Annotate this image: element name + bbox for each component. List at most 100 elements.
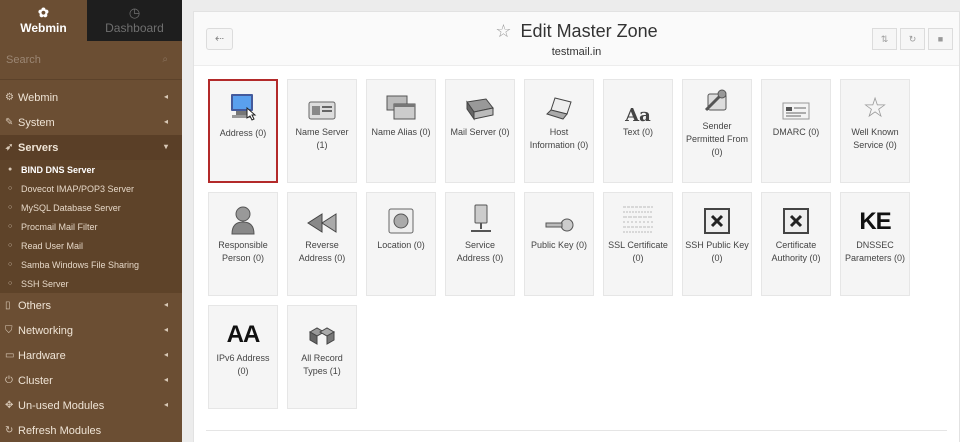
submenu-item-label: MySQL Database Server xyxy=(21,202,121,213)
record-type-responsible-person[interactable]: Responsible Person (0) xyxy=(208,192,278,296)
sidebar-item-label: Others xyxy=(18,299,52,312)
search-input[interactable] xyxy=(0,41,182,79)
sidebar-item-hardware[interactable]: ▭ Hardware ◂ xyxy=(0,343,182,368)
record-type-label: Name Alias (0) xyxy=(371,127,431,137)
record-type-location[interactable]: Location (0) xyxy=(366,192,436,296)
refresh-icon: ↻ xyxy=(5,425,14,436)
globe-icon xyxy=(367,193,435,239)
chevron-left-icon: ◂ xyxy=(163,400,168,409)
reload-button[interactable]: ↻ xyxy=(900,28,925,50)
chevron-left-icon: ◂ xyxy=(163,117,168,126)
sidebar-item-label: Hardware xyxy=(18,349,66,362)
star-icon: ☆ xyxy=(862,92,888,123)
record-type-label: Sender Permitted From (0) xyxy=(685,121,748,157)
record-type-public-key[interactable]: Public Key (0) xyxy=(524,192,594,296)
sidebar-item-label: Refresh Modules xyxy=(18,424,102,437)
submenu-item-bind-dns[interactable]: ● BIND DNS Server xyxy=(0,160,182,179)
record-type-host-information[interactable]: Host Information (0) xyxy=(524,79,594,183)
sidebar-item-unused-modules[interactable]: ✥ Un-used Modules ◂ xyxy=(0,393,182,418)
page-title-text: Edit Master Zone xyxy=(520,21,658,41)
record-type-service-address[interactable]: Service Address (0) xyxy=(445,192,515,296)
submenu-item-ssh-server[interactable]: ○ SSH Server xyxy=(0,274,182,293)
mail-server-icon xyxy=(446,80,514,126)
not-found-icon xyxy=(683,193,751,239)
record-type-certificate-authority[interactable]: Certificate Authority (0) xyxy=(761,192,831,296)
sidebar-item-cluster[interactable]: ⏻ Cluster ◂ xyxy=(0,368,182,393)
windows-icon xyxy=(367,80,435,126)
tab-webmin-label: Webmin xyxy=(20,21,67,35)
favorite-star-icon[interactable]: ☆ xyxy=(495,21,511,41)
record-type-label: DMARC (0) xyxy=(772,127,820,137)
module-config-button[interactable]: ■ xyxy=(928,28,953,50)
record-type-reverse-address[interactable]: Reverse Address (0) xyxy=(287,192,357,296)
record-type-well-known-service[interactable]: ☆ Well Known Service (0) xyxy=(840,79,910,183)
record-type-name-alias[interactable]: Name Alias (0) xyxy=(366,79,436,183)
submenu-item-read-user-mail[interactable]: ○ Read User Mail xyxy=(0,236,182,255)
sidebar-item-servers[interactable]: ➶ Servers ▾ xyxy=(0,135,182,160)
submenu-item-label: BIND DNS Server xyxy=(21,164,96,175)
submenu-item-label: Read User Mail xyxy=(21,240,84,251)
page-header: ⇠ ☆ Edit Master Zone testmail.in ⇅ ↻ ■ xyxy=(194,12,959,66)
search-button[interactable]: ⇅ xyxy=(872,28,897,50)
record-type-dmarc[interactable]: DMARC (0) xyxy=(761,79,831,183)
bullet-icon: ○ xyxy=(8,185,13,192)
dnssec-icon-text: KE xyxy=(859,208,891,235)
record-type-ipv6-address[interactable]: AA IPv6 Address (0) xyxy=(208,305,278,409)
chevron-down-icon: ▾ xyxy=(163,142,168,151)
sidebar-item-label: Cluster xyxy=(18,374,53,387)
record-type-label: SSL Certificate (0) xyxy=(608,240,668,263)
wrench-icon: ✎ xyxy=(5,117,14,128)
sidebar-item-refresh-modules[interactable]: ↻ Refresh Modules xyxy=(0,418,182,442)
submenu-item-procmail[interactable]: ○ Procmail Mail Filter xyxy=(0,217,182,236)
ipv6-icon-text: AA xyxy=(226,321,261,348)
record-type-mail-server[interactable]: Mail Server (0) xyxy=(445,79,515,183)
dashboard-icon: ◷ xyxy=(128,5,141,20)
search-icon: ⌕ xyxy=(162,54,168,65)
sidebar-item-system[interactable]: ✎ System ◂ xyxy=(0,110,182,135)
sidebar-item-others[interactable]: ▯ Others ◂ xyxy=(0,293,182,318)
submenu-item-label: Samba Windows File Sharing xyxy=(21,259,140,270)
tools-icon xyxy=(683,80,751,120)
sidebar-tabs: ✿ Webmin ◷ Dashboard xyxy=(0,0,182,41)
record-type-dnssec-parameters[interactable]: KE DNSSEC Parameters (0) xyxy=(840,192,910,296)
record-type-label: Text (0) xyxy=(622,127,653,137)
sidebar-item-label: Networking xyxy=(18,324,74,337)
sidebar-item-webmin[interactable]: ⚙ Webmin ◂ xyxy=(0,85,182,110)
tab-dashboard[interactable]: ◷ Dashboard xyxy=(87,0,182,41)
record-type-text[interactable]: Aa Text (0) xyxy=(603,79,673,183)
record-type-ssh-public-key[interactable]: SSH Public Key (0) xyxy=(682,192,752,296)
puzzle-icon: ✥ xyxy=(5,400,14,411)
drive-icon: ▭ xyxy=(5,350,15,361)
submenu-item-mysql[interactable]: ○ MySQL Database Server xyxy=(0,198,182,217)
cubes-icon xyxy=(288,306,356,352)
bullet-icon: ○ xyxy=(8,204,13,211)
record-type-label: Reverse Address (0) xyxy=(298,240,346,263)
record-type-label: Address (0) xyxy=(219,128,267,138)
record-type-label: Well Known Service (0) xyxy=(851,127,899,150)
bullet-icon: ○ xyxy=(8,242,13,249)
tab-webmin[interactable]: ✿ Webmin xyxy=(0,0,87,41)
submenu-item-dovecot[interactable]: ○ Dovecot IMAP/POP3 Server xyxy=(0,179,182,198)
sidebar-menu: ⚙ Webmin ◂ ✎ System ◂ ➶ Servers ▾ ● BIND… xyxy=(0,85,182,442)
record-type-label: Public Key (0) xyxy=(530,240,588,250)
sidebar-item-networking[interactable]: ⛉ Networking ◂ xyxy=(0,318,182,343)
record-type-label: Host Information (0) xyxy=(529,127,589,150)
record-type-sender-permitted-from[interactable]: Sender Permitted From (0) xyxy=(682,79,752,183)
record-type-label: Service Address (0) xyxy=(456,240,504,263)
gear-icon: ⚙ xyxy=(5,92,14,103)
sidebar: ✿ Webmin ◷ Dashboard ⌕ ⚙ Webmin ◂ ✎ Syst… xyxy=(0,0,182,442)
record-type-label: DNSSEC Parameters (0) xyxy=(844,240,906,263)
record-type-label: Certificate Authority (0) xyxy=(771,240,821,263)
record-type-name-server[interactable]: Name Server (1) xyxy=(287,79,357,183)
divider xyxy=(206,430,947,431)
submenu-item-samba[interactable]: ○ Samba Windows File Sharing xyxy=(0,255,182,274)
record-type-all-record-types[interactable]: All Record Types (1) xyxy=(287,305,357,409)
name-card-icon xyxy=(288,80,356,126)
chevron-left-icon: ◂ xyxy=(163,375,168,384)
certificate-icon xyxy=(604,193,672,239)
record-type-address[interactable]: Address (0) xyxy=(208,79,278,183)
sidebar-item-label: Webmin xyxy=(18,91,59,104)
search-icon: ⇅ xyxy=(880,34,889,44)
record-type-ssl-certificate[interactable]: SSL Certificate (0) xyxy=(603,192,673,296)
submenu-item-label: Dovecot IMAP/POP3 Server xyxy=(21,183,135,194)
